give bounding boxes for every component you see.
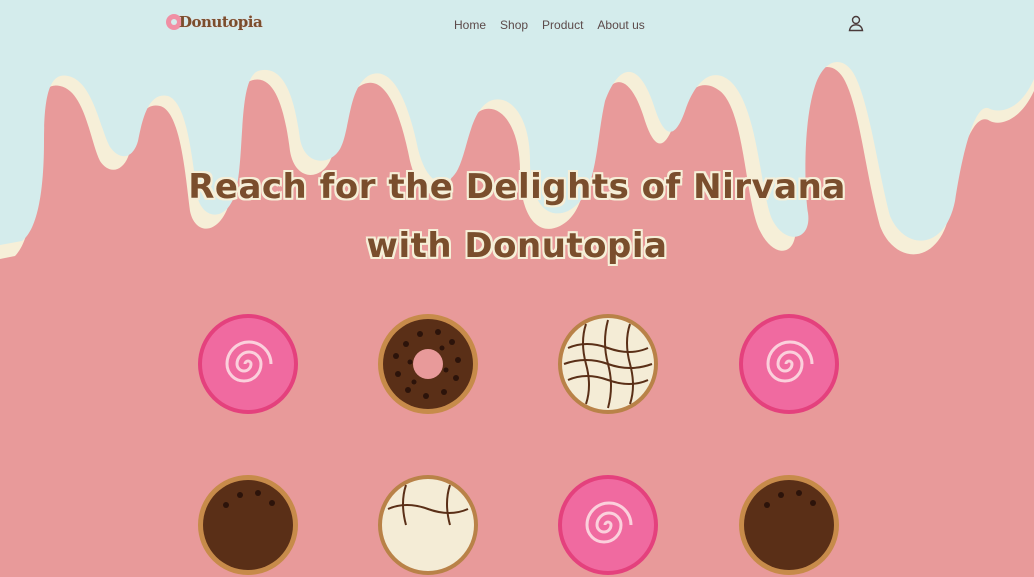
account-button[interactable] bbox=[847, 14, 865, 37]
white-chocolate-drizzle-donut[interactable] bbox=[556, 312, 660, 416]
pink-swirl-donut[interactable] bbox=[737, 312, 841, 416]
hero-title-line2: with Donutopia bbox=[366, 226, 668, 266]
pink-swirl-donut[interactable] bbox=[196, 312, 300, 416]
chocolate-sprinkle-donut[interactable] bbox=[376, 312, 480, 416]
user-icon bbox=[848, 15, 864, 32]
nav-about-us[interactable]: About us bbox=[597, 18, 644, 32]
nav-product[interactable]: Product bbox=[542, 18, 583, 32]
site-header: Donutopia Home Shop Product About us bbox=[0, 0, 1034, 51]
chocolate-sprinkle-donut[interactable] bbox=[737, 473, 841, 577]
icing-drip-background bbox=[0, 51, 1034, 491]
nav-home[interactable]: Home bbox=[454, 18, 486, 32]
white-chocolate-drizzle-donut[interactable] bbox=[376, 473, 480, 577]
hero-section: Reach for the Delights of Nirvana with D… bbox=[0, 51, 1034, 575]
hero-title-line1: Reach for the Delights of Nirvana bbox=[188, 167, 846, 207]
brand-logo[interactable]: Donutopia bbox=[165, 13, 263, 31]
nav-shop[interactable]: Shop bbox=[500, 18, 528, 32]
brand-name: Donutopia bbox=[179, 13, 263, 31]
chocolate-sprinkle-donut[interactable] bbox=[196, 473, 300, 577]
pink-swirl-donut[interactable] bbox=[556, 473, 660, 577]
main-nav: Home Shop Product About us bbox=[454, 18, 659, 32]
